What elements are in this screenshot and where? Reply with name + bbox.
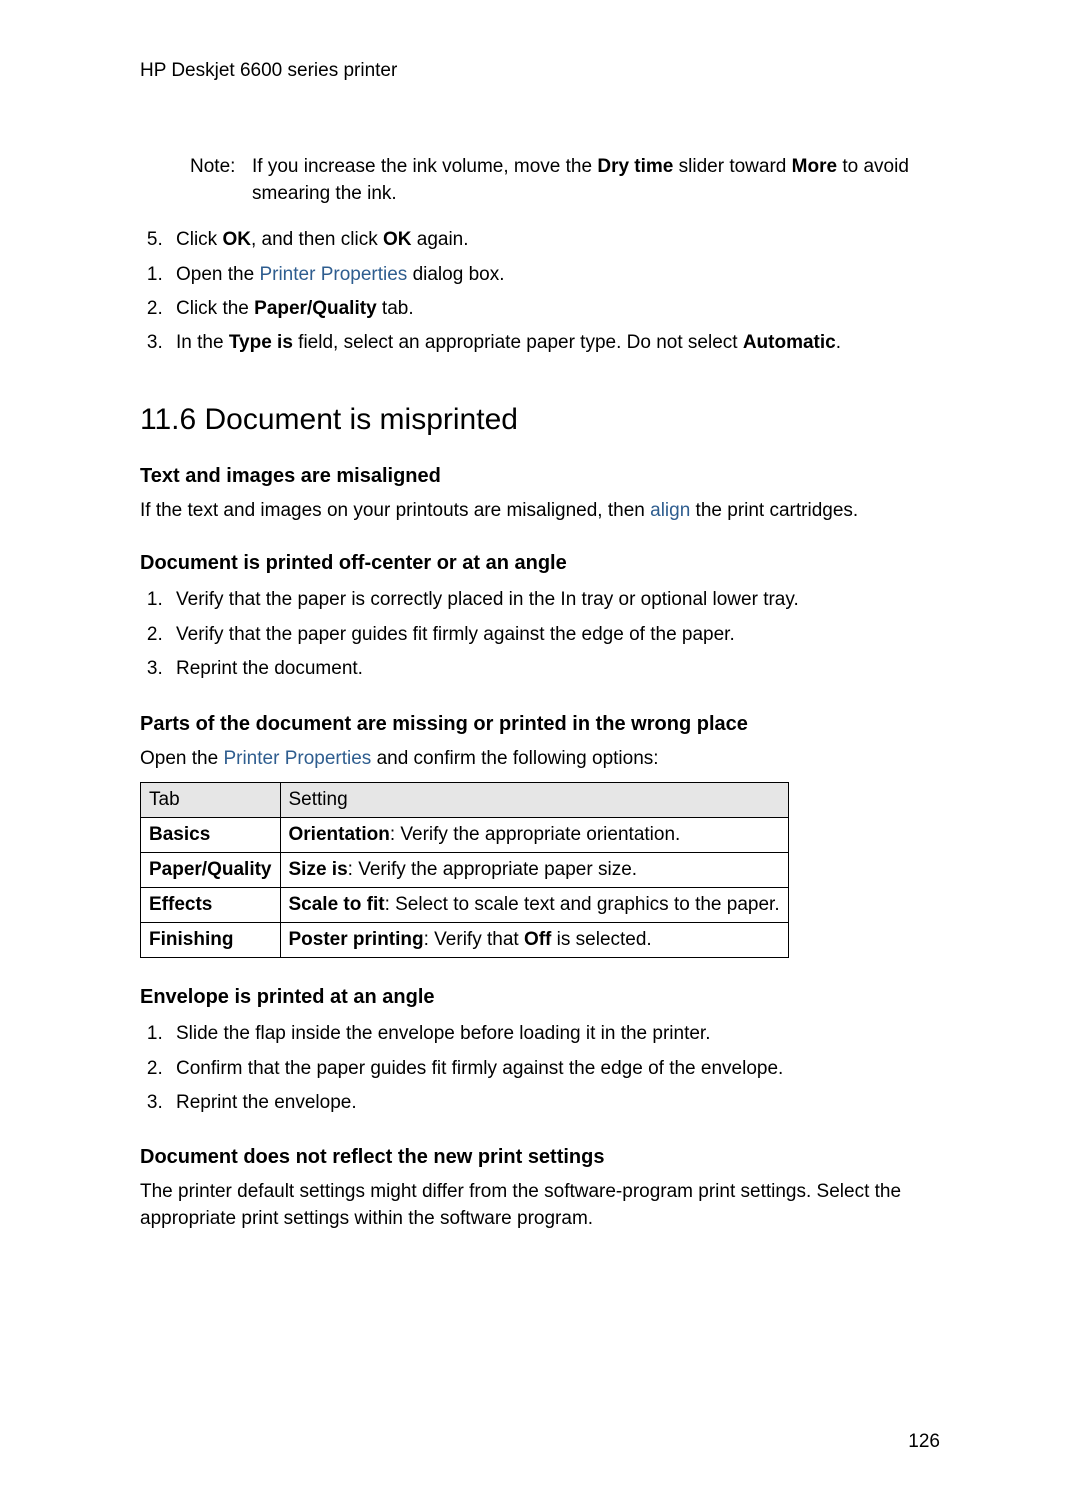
note-text: If you increase the ink volume, move the… [252,154,940,207]
table-cell-tab: Effects [141,888,281,923]
text: the print cartridges. [690,500,858,521]
text: . [836,332,841,353]
table-header-row: Tab Setting [141,783,789,818]
text: again. [411,229,468,250]
page-number: 126 [908,1431,940,1453]
steps-continued: Click OK, and then click OK again. [168,225,940,255]
step-2: Click the Paper/Quality tab. [168,294,940,324]
text: : Verify the appropriate paper size. [348,859,637,880]
table-cell-setting: Scale to fit: Select to scale text and g… [280,888,788,923]
table-header-setting: Setting [280,783,788,818]
step-5: Click OK, and then click OK again. [168,225,940,255]
list-item: Confirm that the paper guides fit firmly… [168,1054,940,1084]
table-row: Basics Orientation: Verify the appropria… [141,818,789,853]
text: , and then click [251,229,383,250]
text: and confirm the following options: [371,748,658,769]
note-label: Note: [190,154,252,207]
table-row: Paper/Quality Size is: Verify the approp… [141,853,789,888]
subheading-new-settings: Document does not reflect the new print … [140,1146,940,1169]
table-row: Effects Scale to fit: Select to scale te… [141,888,789,923]
note-text-part: slider toward [673,156,791,177]
list-item: Verify that the paper guides fit firmly … [168,620,940,650]
table-cell-tab: Finishing [141,923,281,958]
document-page: HP Deskjet 6600 series printer Note: If … [0,0,1080,1495]
bold-automatic: Automatic [743,332,836,353]
step-1: Open the Printer Properties dialog box. [168,260,940,290]
steps-restart: Open the Printer Properties dialog box. … [168,260,940,359]
body-text: The printer default settings might diffe… [140,1179,940,1232]
subheading-missing-parts: Parts of the document are missing or pri… [140,713,940,736]
table-header-tab: Tab [141,783,281,818]
list-item: Verify that the paper is correctly place… [168,585,940,615]
text: Click the [176,298,254,319]
bold-orientation: Orientation [289,824,390,845]
note-text-part: If you increase the ink volume, move the [252,156,597,177]
text: Open the [140,748,223,769]
bold-scale-to-fit: Scale to fit [289,894,385,915]
list-item: Reprint the document. [168,654,940,684]
note-block: Note: If you increase the ink volume, mo… [190,154,940,207]
table-cell-tab: Paper/Quality [141,853,281,888]
step-3: In the Type is field, select an appropri… [168,328,940,358]
link-printer-properties[interactable]: Printer Properties [259,264,407,285]
body-text: Open the Printer Properties and confirm … [140,746,940,773]
bold-ok: OK [222,229,251,250]
text: tab. [377,298,414,319]
bold-type-is: Type is [229,332,293,353]
bold-size-is: Size is [289,859,348,880]
subheading-off-center: Document is printed off-center or at an … [140,552,940,575]
steps-envelope: Slide the flap inside the envelope befor… [168,1019,940,1118]
link-printer-properties[interactable]: Printer Properties [223,748,371,769]
table-cell-setting: Orientation: Verify the appropriate orie… [280,818,788,853]
settings-table: Tab Setting Basics Orientation: Verify t… [140,782,789,958]
text: In the [176,332,229,353]
table-cell-setting: Poster printing: Verify that Off is sele… [280,923,788,958]
text: If the text and images on your printouts… [140,500,650,521]
text: Open the [176,264,259,285]
note-bold-dry-time: Dry time [597,156,673,177]
text: : Verify the appropriate orientation. [390,824,680,845]
list-item: Slide the flap inside the envelope befor… [168,1019,940,1049]
bold-paper-quality: Paper/Quality [254,298,377,319]
link-align[interactable]: align [650,500,690,521]
page-header: HP Deskjet 6600 series printer [140,60,940,82]
text: : Verify that [424,929,524,950]
table-cell-tab: Basics [141,818,281,853]
table-cell-setting: Size is: Verify the appropriate paper si… [280,853,788,888]
bold-ok: OK [383,229,412,250]
text: is selected. [551,929,651,950]
text: : Select to scale text and graphics to t… [385,894,780,915]
section-heading-11-6: 11.6 Document is misprinted [140,403,940,437]
list-item: Reprint the envelope. [168,1088,940,1118]
subheading-envelope-angle: Envelope is printed at an angle [140,986,940,1009]
text: Click [176,229,222,250]
bold-off: Off [524,929,551,950]
bold-poster-printing: Poster printing [289,929,424,950]
text: field, select an appropriate paper type.… [293,332,743,353]
note-bold-more: More [792,156,837,177]
table-row: Finishing Poster printing: Verify that O… [141,923,789,958]
steps-off-center: Verify that the paper is correctly place… [168,585,940,684]
body-text: If the text and images on your printouts… [140,498,940,525]
subheading-misaligned: Text and images are misaligned [140,465,940,488]
text: dialog box. [407,264,504,285]
